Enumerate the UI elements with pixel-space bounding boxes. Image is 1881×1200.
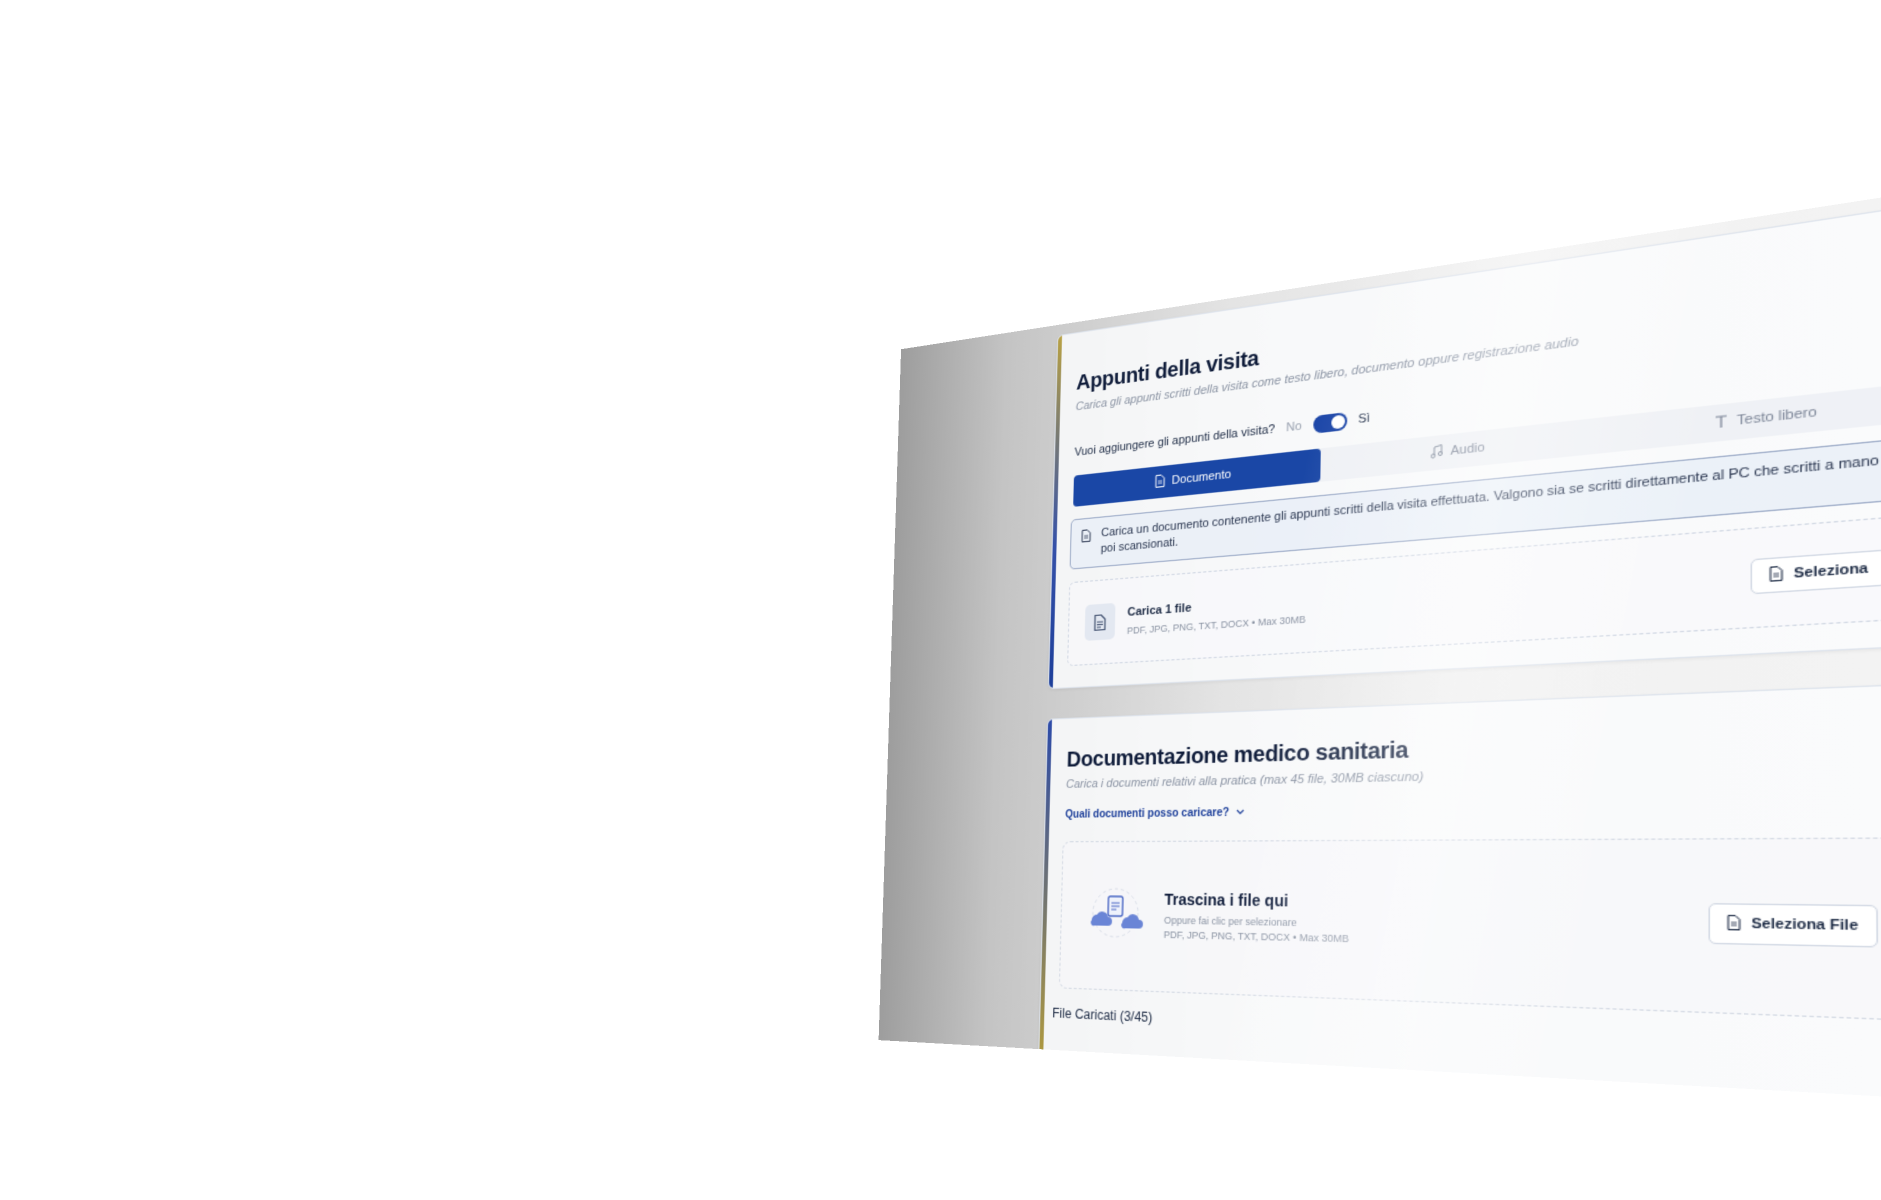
file-icon <box>1085 603 1116 641</box>
upload-label: Carica 1 file <box>1127 602 1191 619</box>
toggle-knob <box>1331 415 1345 430</box>
drop-subtitle: Oppure fai clic per selezionare <box>1164 915 1297 929</box>
card-accent-bar <box>1039 720 1052 1073</box>
select-files-button[interactable]: Seleziona File <box>1709 903 1878 947</box>
card-accent-bar <box>1049 336 1062 689</box>
drop-title: Trascina i file qui <box>1164 890 1288 909</box>
medical-docs-title: Documentazione medico sanitaria <box>1066 738 1408 773</box>
tab-testo-libero[interactable]: Testo libero <box>1605 380 1881 453</box>
visit-notes-card: Appunti della visita Carica gli appunti … <box>1048 198 1881 689</box>
text-icon <box>1715 413 1729 433</box>
medical-docs-card: Documentazione medico sanitaria Carica i… <box>1038 682 1881 1108</box>
chevron-down-icon <box>1236 807 1245 819</box>
tab-documento-label: Documento <box>1172 468 1232 487</box>
document-icon <box>1155 474 1166 491</box>
help-link[interactable]: Quali documenti posso caricare? <box>1065 807 1244 821</box>
info-document-icon <box>1081 529 1091 548</box>
toggle-question: Vuoi aggiungere gli appunti della visita… <box>1074 423 1275 459</box>
screen-content: Appunti della visita Carica gli appunti … <box>1029 183 1881 1102</box>
toggle-no-label: No <box>1286 420 1302 435</box>
select-button-label: Seleziona <box>1794 561 1869 581</box>
select-button[interactable]: Seleziona <box>1751 549 1881 594</box>
files-uploaded-count: File Caricati (3/45) <box>1052 1005 1153 1025</box>
notes-toggle-switch[interactable] <box>1313 412 1347 434</box>
help-link-label: Quali documenti posso caricare? <box>1065 807 1229 821</box>
music-note-icon <box>1431 443 1443 461</box>
medical-docs-subtitle: Carica i documenti relativi alla pratica… <box>1066 770 1424 791</box>
tab-audio-label: Audio <box>1450 441 1484 459</box>
tilted-screen: Appunti della visita Carica gli appunti … <box>879 169 1881 1108</box>
toggle-yes-label: Sì <box>1358 412 1370 427</box>
file-drop-zone[interactable]: Trascina i file qui Oppure fai clic per … <box>1059 837 1881 1021</box>
select-files-button-label: Seleziona File <box>1751 916 1858 933</box>
scene: Appunti della visita Carica gli appunti … <box>0 0 1881 1200</box>
drop-formats: PDF, JPG, PNG, TXT, DOCX • Max 30MB <box>1164 929 1349 944</box>
document-icon <box>1769 565 1783 585</box>
cloud-upload-icon <box>1085 885 1146 941</box>
tab-testo-libero-label: Testo libero <box>1737 405 1817 428</box>
document-icon <box>1727 914 1741 934</box>
